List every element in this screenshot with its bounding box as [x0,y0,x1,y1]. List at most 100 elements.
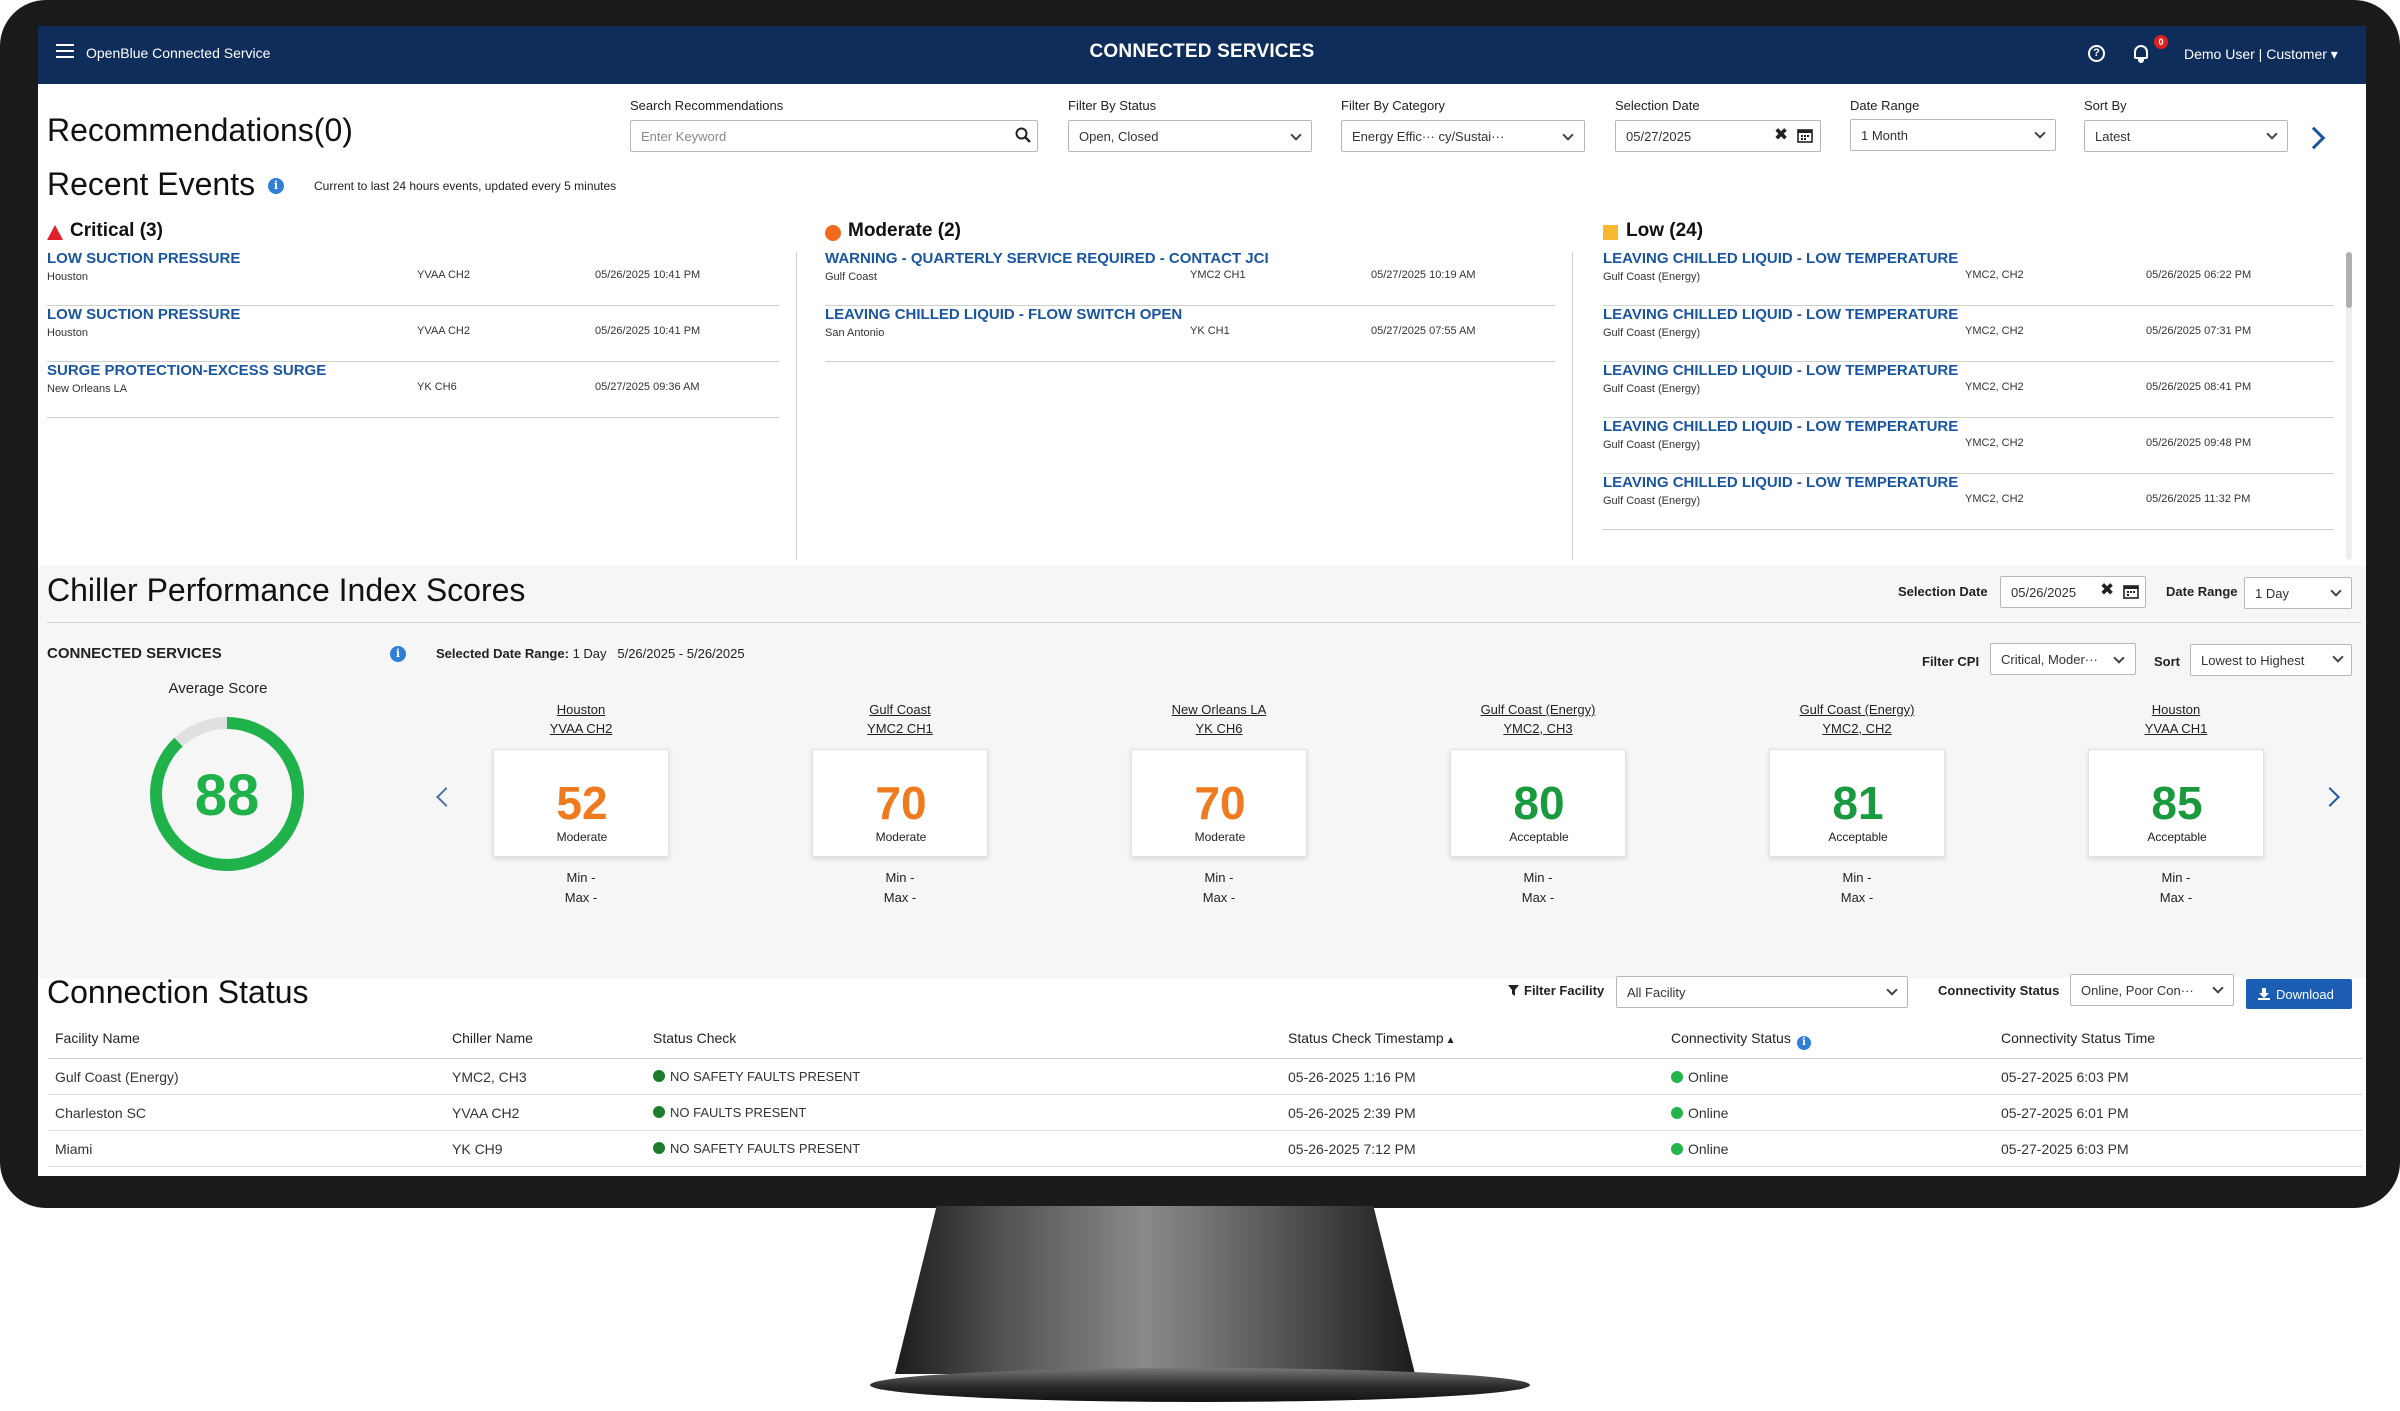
low-event-item[interactable]: LEAVING CHILLED LIQUID - LOW TEMPERATURE… [1603,306,2333,362]
status-check-text: NO SAFETY FAULTS PRESENT [670,1069,861,1084]
filter-facility-select[interactable]: All Facility [1616,976,1908,1008]
cpi-score-card[interactable]: 52 Moderate [493,749,669,857]
table-row[interactable]: Miami YK CH9 NO SAFETY FAULTS PRESENT 05-26… [48,1131,2362,1167]
column-header[interactable]: Status Check [653,1030,736,1046]
cpi-site-link[interactable]: Houston YVAA CH2 [471,700,691,738]
column-header-label: Chiller Name [452,1030,533,1046]
calendar-icon[interactable] [1797,127,1813,143]
critical-event-item[interactable]: SURGE PROTECTION-EXCESS SURGE New Orleans… [47,362,779,418]
status-check: NO SAFETY FAULTS PRESENT [653,1069,860,1084]
column-header-label: Connectivity Status Time [2001,1030,2156,1046]
user-menu[interactable]: Demo User | Customer ▾ [2184,46,2338,63]
scrollbar-track[interactable] [2346,252,2352,560]
facility-name: Gulf Coast (Energy) [55,1069,179,1085]
event-time: 05/27/2025 09:36 AM [595,381,700,393]
notification-bell-icon[interactable] [2132,42,2150,64]
moderate-event-item[interactable]: LEAVING CHILLED LIQUID - FLOW SWITCH OPE… [825,306,1555,362]
cpi-sort-label: Sort [2154,654,2180,669]
sort-by-select[interactable]: Latest [2084,120,2288,152]
info-icon[interactable]: i [390,646,406,662]
low-event-item[interactable]: LEAVING CHILLED LIQUID - LOW TEMPERATURE… [1603,362,2333,418]
cpi-site-link[interactable]: Gulf Coast YMC2 CH1 [790,700,1010,738]
event-title-link[interactable]: SURGE PROTECTION-EXCESS SURGE [47,362,326,379]
cpi-score-card[interactable]: 80 Acceptable [1450,749,1626,857]
clear-date-icon[interactable]: ✖ [2100,580,2114,600]
critical-event-item[interactable]: LOW SUCTION PRESSURE Houston YVAA CH2 05/26… [47,306,779,362]
cpi-max: Max - [1521,890,1555,905]
cpi-score-card[interactable]: 70 Moderate [812,749,988,857]
column-header[interactable]: Connectivity Status i [1671,1030,1811,1050]
online-dot-icon [1671,1071,1683,1083]
sort-ascending-icon[interactable]: ▲ [1446,1035,1456,1046]
cpi-site-link[interactable]: Gulf Coast (Energy) YMC2, CH3 [1428,700,1648,738]
table-row[interactable]: Charleston SC YVAA CH2 NO FAULTS PRESENT 05… [48,1095,2362,1131]
cpi-site-name: Houston [556,702,606,717]
event-title-link[interactable]: LEAVING CHILLED LIQUID - FLOW SWITCH OPE… [825,306,1182,323]
average-score-label: Average Score [168,680,268,697]
cpi-site-link[interactable]: Houston YVAA CH1 [2066,700,2286,738]
connection-status-title: Connection Status [47,974,309,1010]
search-input[interactable]: Enter Keyword [630,120,1038,152]
event-title-link[interactable]: LEAVING CHILLED LIQUID - LOW TEMPERATURE [1603,474,1958,491]
cpi-min-max: Min - Max - [2066,868,2286,908]
connectivity-status: Online [1671,1141,1728,1157]
category-filter-select[interactable]: Energy Effic··· cy/Sustai··· [1341,120,1585,152]
event-title-link[interactable]: LEAVING CHILLED LIQUID - LOW TEMPERATURE [1603,362,1958,379]
connectivity-status-select[interactable]: Online, Poor Con··· [2070,974,2234,1006]
divider [47,622,2361,623]
cpi-rating: Acceptable [1509,830,1569,844]
clear-date-icon[interactable]: ✖ [1774,125,1788,145]
column-header[interactable]: Chiller Name [452,1030,533,1046]
selected-date-range-value: 1 Day 5/26/2025 - 5/26/2025 [572,646,745,661]
table-row[interactable]: Gulf Coast (Energy) YMC2, CH3 NO SAFETY FA… [48,1059,2362,1095]
event-title-link[interactable]: LOW SUCTION PRESSURE [47,250,240,267]
cpi-sort-select[interactable]: Lowest to Highest [2190,644,2352,676]
cpi-score-card[interactable]: 70 Moderate [1131,749,1307,857]
selection-date-input[interactable]: 05/27/2025 [1615,120,1821,152]
cpi-site-name: New Orleans LA [1171,702,1267,717]
search-icon[interactable] [1015,127,1031,143]
event-title-link[interactable]: LOW SUCTION PRESSURE [47,306,240,323]
cpi-max: Max - [883,890,917,905]
info-icon[interactable]: i [268,178,284,194]
cpi-site-link[interactable]: Gulf Coast (Energy) YMC2, CH2 [1747,700,1967,738]
calendar-icon[interactable] [2123,583,2139,599]
critical-event-item[interactable]: LOW SUCTION PRESSURE Houston YVAA CH2 05/26… [47,250,779,306]
column-header[interactable]: Status Check Timestamp ▲ [1288,1030,1456,1046]
status-filter-select[interactable]: Open, Closed [1068,120,1312,152]
download-button[interactable]: Download [2246,979,2352,1009]
date-range-select[interactable]: 1 Month [1850,119,2056,151]
cpi-unit-name: YK CH6 [1195,721,1243,736]
event-time: 05/27/2025 07:55 AM [1371,325,1476,337]
column-header[interactable]: Facility Name [55,1030,140,1046]
event-title-link[interactable]: WARNING - QUARTERLY SERVICE REQUIRED - C… [825,250,1269,267]
info-icon[interactable]: i [1796,1036,1811,1050]
event-location: Houston [47,327,88,339]
date-range-label: Date Range [1850,98,1920,113]
cpi-score-card[interactable]: 81 Acceptable [1769,749,1945,857]
cpi-site-link[interactable]: New Orleans LA YK CH6 [1109,700,1329,738]
scrollbar-thumb[interactable] [2346,252,2352,308]
event-time: 05/26/2025 08:41 PM [2146,381,2252,393]
event-unit: YMC2, CH2 [1965,493,2024,505]
event-unit: YVAA CH2 [417,269,470,281]
chevron-right-icon[interactable] [2302,126,2326,150]
event-title-link[interactable]: LEAVING CHILLED LIQUID - LOW TEMPERATURE [1603,306,1958,323]
low-event-item[interactable]: LEAVING CHILLED LIQUID - LOW TEMPERATURE… [1603,418,2333,474]
event-location: Gulf Coast (Energy) [1603,271,1701,283]
status-dot-icon [653,1142,665,1154]
chiller-name: YK CH9 [452,1141,503,1157]
cpi-score-card[interactable]: 85 Acceptable [2088,749,2264,857]
download-icon [2258,988,2270,1000]
column-header-label: Status Check [653,1030,737,1046]
event-title-link[interactable]: LEAVING CHILLED LIQUID - LOW TEMPERATURE [1603,250,1958,267]
event-title-link[interactable]: LEAVING CHILLED LIQUID - LOW TEMPERATURE [1603,418,1958,435]
low-event-item[interactable]: LEAVING CHILLED LIQUID - LOW TEMPERATURE… [1603,474,2333,530]
column-header[interactable]: Connectivity Status Time [2001,1030,2155,1046]
category-filter-label: Filter By Category [1341,98,1446,113]
chiller-name: YVAA CH2 [452,1105,520,1121]
page-title: CONNECTED SERVICES [1089,41,1315,62]
low-event-item[interactable]: LEAVING CHILLED LIQUID - LOW TEMPERATURE… [1603,250,2333,306]
moderate-event-item[interactable]: WARNING - QUARTERLY SERVICE REQUIRED - C… [825,250,1555,306]
help-icon[interactable]: ? [2088,45,2105,62]
